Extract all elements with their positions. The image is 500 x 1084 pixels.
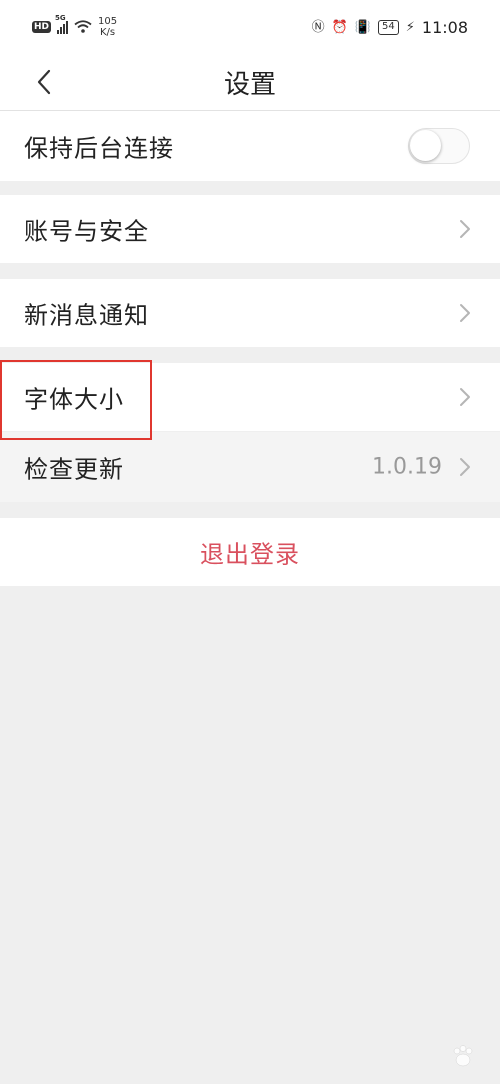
check-update-label: 检查更新: [24, 455, 124, 484]
vibrate-icon: 📳: [354, 19, 372, 35]
font-size-row[interactable]: 字体大小: [0, 363, 500, 431]
logout-label: 退出登录: [200, 540, 300, 569]
signal-icon: 5G: [55, 14, 69, 34]
keep-alive-toggle[interactable]: [408, 128, 470, 164]
keep-alive-row: 保持后台连接: [0, 111, 500, 181]
notifications-row[interactable]: 新消息通知: [0, 279, 500, 347]
network-speed: 105 K/s: [98, 16, 117, 38]
speed-value: 105: [98, 16, 118, 27]
speed-unit: K/s: [99, 27, 116, 38]
battery-icon: 54: [378, 20, 399, 35]
notifications-label: 新消息通知: [24, 301, 149, 330]
network-type: 5G: [55, 14, 66, 22]
chevron-right-icon: [460, 458, 470, 476]
watermark: [450, 1044, 476, 1070]
paw-icon: [453, 1045, 473, 1067]
toggle-knob: [410, 130, 441, 161]
nfc-icon: Ⓝ: [311, 19, 325, 35]
wifi-icon: [74, 20, 92, 33]
logout-button[interactable]: 退出登录: [0, 518, 500, 586]
account-security-row[interactable]: 账号与安全: [0, 195, 500, 263]
check-update-row[interactable]: 检查更新 1.0.19: [0, 432, 500, 502]
font-size-label: 字体大小: [24, 385, 124, 414]
header: 设置: [0, 56, 500, 111]
page-title: 设置: [223, 70, 276, 100]
chevron-right-icon: [460, 220, 470, 238]
status-bar: HD 5G 105 K/s Ⓝ ⏰ 📳 54 ⚡ 11:08: [0, 0, 500, 56]
charging-icon: ⚡: [405, 19, 415, 35]
status-bar-right: Ⓝ ⏰ 📳 54 ⚡ 11:08: [312, 18, 468, 37]
status-bar-left: HD 5G 105 K/s: [32, 14, 117, 38]
hd-badge: HD: [32, 21, 52, 33]
chevron-right-icon: [460, 388, 470, 406]
account-security-label: 账号与安全: [24, 217, 149, 246]
chevron-right-icon: [460, 304, 470, 322]
alarm-icon: ⏰: [331, 19, 348, 35]
version-value: 1.0.19: [372, 454, 442, 480]
keep-alive-label: 保持后台连接: [24, 134, 174, 163]
status-time: 11:08: [421, 18, 468, 37]
